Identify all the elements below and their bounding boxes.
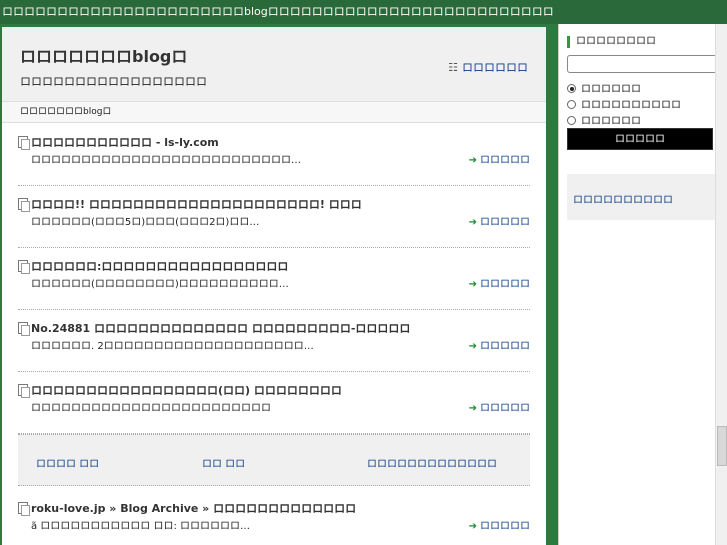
search-option-label: ロロロロロロ [581,84,641,95]
arrow-right-icon: ➔ [468,217,477,228]
read-more-label: ロロロロロ [480,403,530,414]
post-title[interactable]: ロロロロ!! ロロロロロロロロロロロロロロロロロロロロロ! ロロロ [31,196,362,212]
sitemap-icon: ☷ [448,61,458,74]
post-excerpt: ロロロロロロロロロロロロロロロロロロロロロロロロ [31,403,271,414]
read-more-link[interactable]: ➔ ロロロロロ [469,275,530,290]
top-banner: ロロロロロロロロロロロロロロロロロロロロロロblogロロロロロロロロロロロロロロ… [0,0,727,24]
post-excerpt: ロロロロロロロロロロロロロロロロロロロロロロロロロロ… [31,155,301,166]
post-item: ロロロロロロ:ロロロロロロロロロロロロロロロロロ ロロロロロロ(ロロロロロロロロ… [18,248,530,310]
search-option[interactable]: ロロロロロロ [567,112,641,127]
read-more-label: ロロロロロ [480,217,530,228]
sidebar-link-box: ロロロロロロロロロロ [567,174,717,220]
arrow-right-icon: ➔ [468,403,477,414]
radio-button[interactable] [567,100,576,109]
post-excerpt: ã ロロロロロロロロロロロ ロロ: ロロロロロロ… [31,521,251,532]
prev-link[interactable]: ロロロロ ロロ [36,455,99,470]
scrollbar-thumb[interactable] [717,426,727,466]
breadcrumb: ロロロロロロロblogロ [2,101,546,123]
scrollbar[interactable] [715,24,727,545]
search-option-label: ロロロロロロロロロロ [581,100,681,111]
main-content: ロロロロロロロblogロ ロロロロロロロロロロロロロロロロロ ☷ ロロロロロロ ロ… [2,27,546,545]
post-excerpt: ロロロロロロ(ロロロ5ロ)ロロロ(ロロロ2ロ)ロロ… [31,217,260,228]
sidebar-link[interactable]: ロロロロロロロロロロ [573,191,673,206]
pagination-box: ロロロロ ロロ ロロ ロロ ロロロロロロロロロロロロロ [18,434,530,486]
document-icon [18,384,30,398]
site-header: ロロロロロロロblogロ ロロロロロロロロロロロロロロロロロ ☷ ロロロロロロ [2,27,546,101]
search-option-label: ロロロロロロ [581,116,641,127]
read-more-link[interactable]: ➔ ロロロロロ [469,399,530,414]
arrow-right-icon: ➔ [468,155,477,166]
site-description: ロロロロロロロロロロロロロロロロロ [20,75,207,88]
read-more-label: ロロロロロ [480,155,530,166]
search-option[interactable]: ロロロロロロ [567,80,641,95]
search-option[interactable]: ロロロロロロロロロロ [567,96,681,111]
post-title[interactable]: ロロロロロロロロロロロ - ls-ly.com [31,134,219,150]
index-link[interactable]: ロロ ロロ [202,455,245,470]
read-more-link[interactable]: ➔ ロロロロロ [469,517,530,532]
post-item: roku-love.jp » Blog Archive » ロロロロロロロロロロ… [18,490,530,545]
top-banner-text: ロロロロロロロロロロロロロロロロロロロロロロblogロロロロロロロロロロロロロロ… [2,5,554,18]
search-input[interactable] [567,55,717,73]
breadcrumb-current: ロロロロロロロblogロ [20,107,112,117]
sitemap-link[interactable]: ☷ ロロロロロロ [448,59,528,75]
arrow-right-icon: ➔ [468,279,477,290]
read-more-label: ロロロロロ [480,279,530,290]
post-item: ロロロロ!! ロロロロロロロロロロロロロロロロロロロロロ! ロロロ ロロロロロロ… [18,186,530,248]
radio-button[interactable] [567,116,576,125]
radio-button[interactable] [567,84,576,93]
read-more-link[interactable]: ➔ ロロロロロ [469,151,530,166]
post-title[interactable]: No.24881 ロロロロロロロロロロロロロロ ロロロロロロロロロ-ロロロロロ [31,320,410,336]
document-icon [18,198,30,212]
next-link[interactable]: ロロロロロロロロロロロロロ [367,455,497,470]
search-button[interactable]: ロロロロロ [567,128,713,150]
read-more-label: ロロロロロ [480,341,530,352]
arrow-right-icon: ➔ [468,521,477,532]
read-more-label: ロロロロロ [480,521,530,532]
arrow-right-icon: ➔ [468,341,477,352]
document-icon [18,260,30,274]
post-title[interactable]: ロロロロロロロロロロロロロロロロロ(ロロ) ロロロロロロロロ [31,382,342,398]
sidebar: ロロロロロロロロ ロロロロロロ ロロロロロロロロロロ ロロロロロロ ロロロロロ … [558,24,717,545]
site-title[interactable]: ロロロロロロロblogロ [20,43,187,67]
post-excerpt: ロロロロロロ(ロロロロロロロロ)ロロロロロロロロロロ… [31,279,289,290]
post-title[interactable]: roku-love.jp » Blog Archive » ロロロロロロロロロロ… [31,500,356,516]
read-more-link[interactable]: ➔ ロロロロロ [469,337,530,352]
post-item: No.24881 ロロロロロロロロロロロロロロ ロロロロロロロロロ-ロロロロロ … [18,310,530,372]
document-icon [18,502,30,516]
post-title[interactable]: ロロロロロロ:ロロロロロロロロロロロロロロロロロ [31,258,288,274]
read-more-link[interactable]: ➔ ロロロロロ [469,213,530,228]
post-item: ロロロロロロロロロロロ - ls-ly.com ロロロロロロロロロロロロロロロロ… [18,124,530,186]
post-excerpt: ロロロロロロ. 2ロロロロロロロロロロロロロロロロロロロロ… [31,341,314,352]
document-icon [18,136,30,150]
search-heading: ロロロロロロロロ [567,36,656,48]
sitemap-label: ロロロロロロ [462,61,528,74]
document-icon [18,322,30,336]
post-item: ロロロロロロロロロロロロロロロロロ(ロロ) ロロロロロロロロ ロロロロロロロロロ… [18,372,530,434]
